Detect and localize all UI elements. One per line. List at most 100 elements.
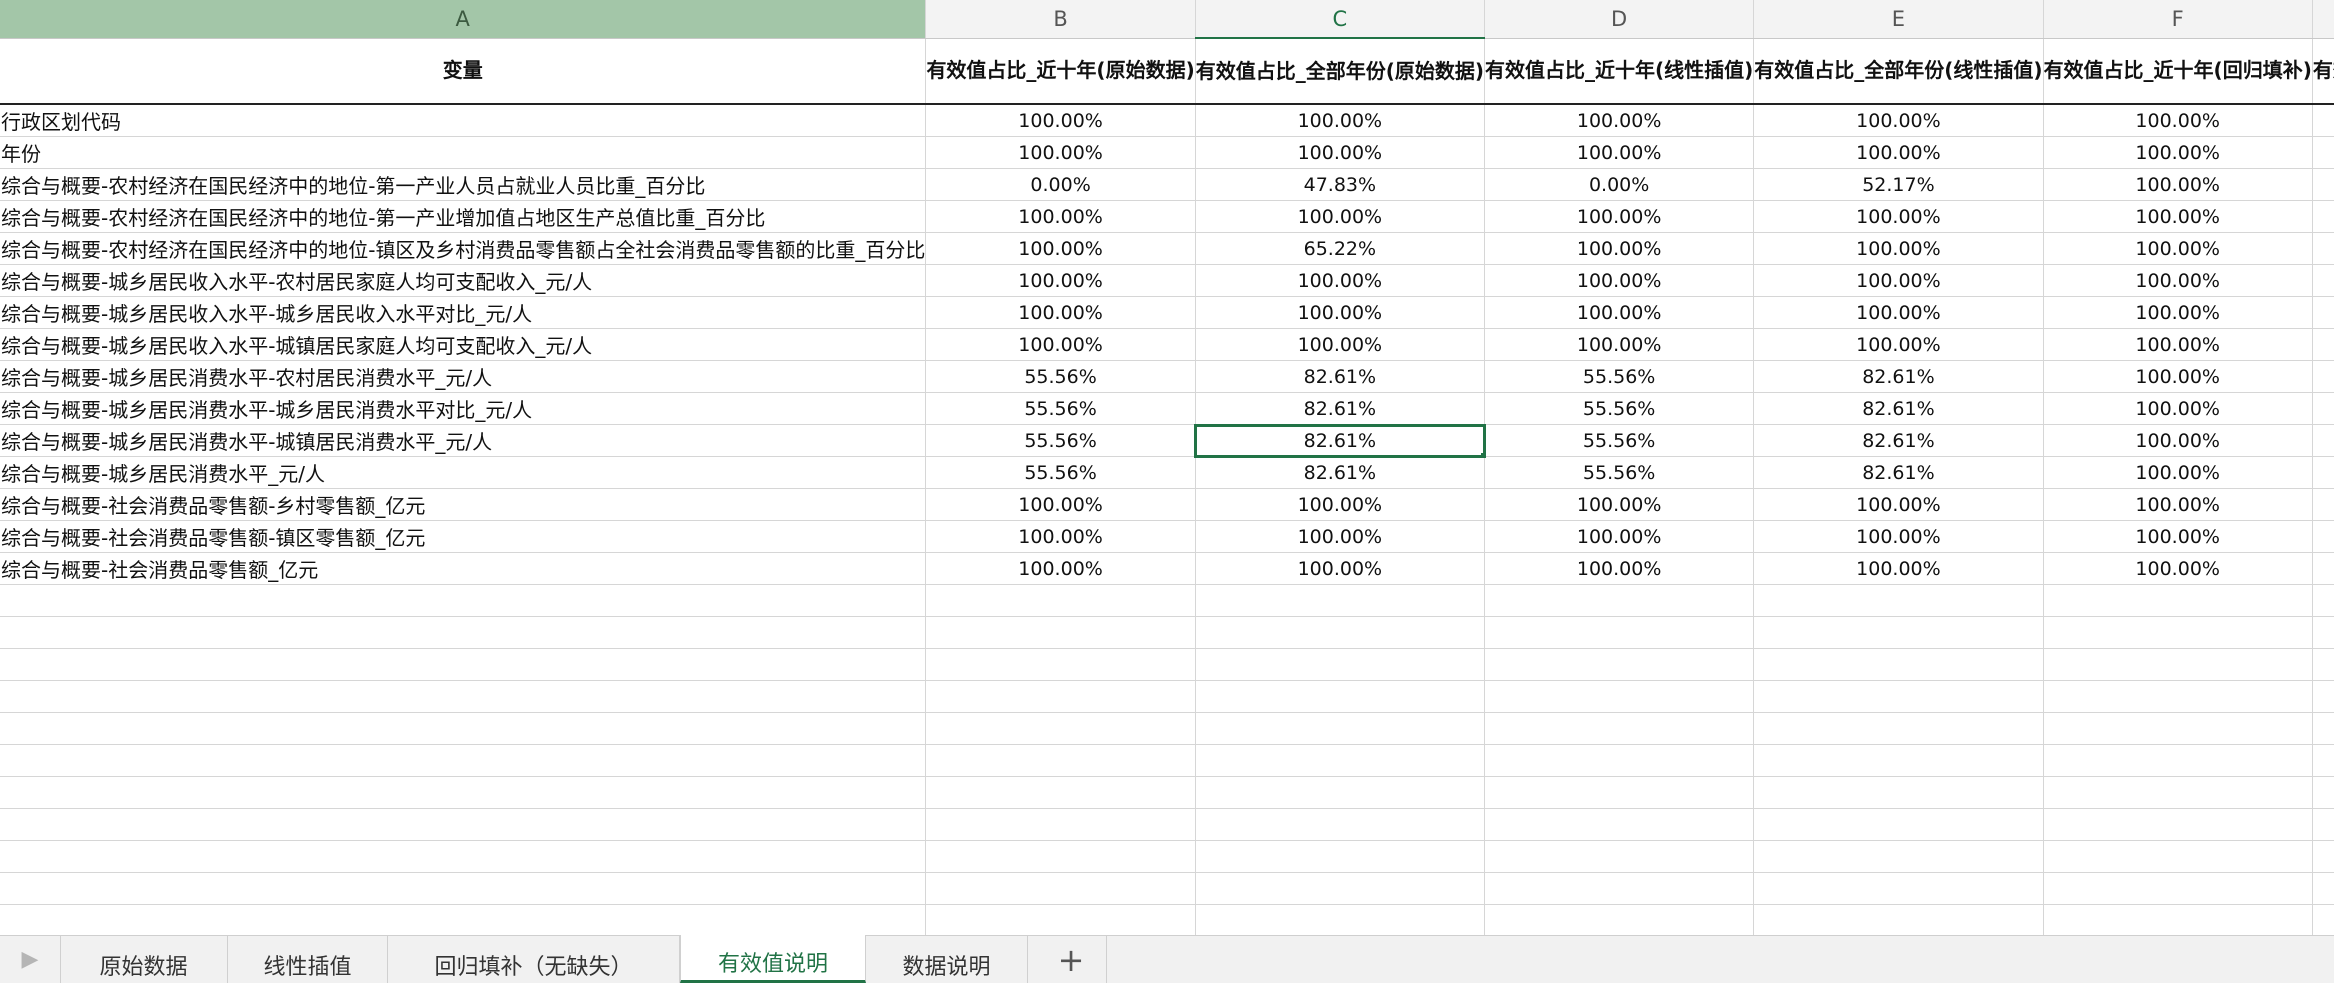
value-cell[interactable]: 100.00% (925, 232, 1196, 265)
empty-cell[interactable] (1195, 648, 1486, 681)
value-cell[interactable]: 100.00% (2043, 136, 2313, 169)
value-cell[interactable]: 82.61% (1195, 360, 1486, 393)
value-cell[interactable]: 100.00% (2043, 552, 2313, 585)
value-cell[interactable]: 100.00% (1484, 264, 1755, 297)
variable-cell[interactable]: 综合与概要-城乡居民收入水平-城乡居民收入水平对比_元/人 (0, 296, 927, 329)
variable-cell[interactable]: 综合与概要-社会消费品零售额-乡村零售额_亿元 (0, 488, 927, 521)
value-cell[interactable]: 100.00% (2043, 104, 2313, 137)
empty-cell[interactable] (1753, 648, 2044, 681)
value-cell[interactable]: 100.00% (1195, 136, 1486, 169)
value-cell[interactable]: 100.00% (1484, 232, 1755, 265)
variable-cell[interactable]: 综合与概要-农村经济在国民经济中的地位-镇区及乡村消费品零售额占全社会消费品零售… (0, 232, 927, 265)
value-cell[interactable]: 52.17% (1753, 168, 2044, 201)
value-cell[interactable]: 55.56% (925, 424, 1196, 457)
empty-cell[interactable] (1484, 584, 1755, 617)
sheet-tab[interactable]: 原始数据 (60, 936, 228, 983)
header-cell[interactable]: 有效值占比_近十年(线性插值) (1484, 38, 1755, 105)
value-cell[interactable]: 100.00% (1753, 136, 2044, 169)
variable-cell[interactable]: 综合与概要-城乡居民消费水平-城乡居民消费水平对比_元/人 (0, 392, 927, 425)
empty-cell[interactable] (2312, 712, 2334, 745)
empty-cell[interactable] (2043, 712, 2313, 745)
value-cell[interactable]: 100.00% (1195, 488, 1486, 521)
value-cell[interactable]: 100.00% (2312, 232, 2334, 265)
value-cell[interactable]: 82.61% (1753, 392, 2044, 425)
empty-cell[interactable] (2043, 904, 2313, 935)
value-cell[interactable]: 100.00% (2043, 424, 2313, 457)
header-cell[interactable]: 有效值占比_全部年份(线性插值) (1753, 38, 2044, 105)
empty-cell[interactable] (0, 584, 927, 617)
value-cell[interactable]: 100.00% (2043, 232, 2313, 265)
empty-cell[interactable] (1484, 808, 1755, 841)
empty-cell[interactable] (0, 904, 927, 935)
variable-cell[interactable]: 综合与概要-城乡居民收入水平-农村居民家庭人均可支配收入_元/人 (0, 264, 927, 297)
empty-cell[interactable] (1753, 712, 2044, 745)
empty-cell[interactable] (1484, 616, 1755, 649)
value-cell[interactable]: 100.00% (2312, 520, 2334, 553)
value-cell[interactable]: 55.56% (925, 360, 1196, 393)
empty-cell[interactable] (2312, 872, 2334, 905)
empty-cell[interactable] (1753, 616, 2044, 649)
empty-cell[interactable] (2043, 776, 2313, 809)
sheet-tab[interactable]: 回归填补（无缺失） (388, 936, 680, 983)
empty-cell[interactable] (925, 872, 1196, 905)
variable-cell[interactable]: 综合与概要-城乡居民消费水平-城镇居民消费水平_元/人 (0, 424, 927, 457)
variable-cell[interactable]: 综合与概要-农村经济在国民经济中的地位-第一产业人员占就业人员比重_百分比 (0, 168, 927, 201)
empty-cell[interactable] (925, 616, 1196, 649)
value-cell[interactable]: 100.00% (1484, 488, 1755, 521)
empty-cell[interactable] (1484, 680, 1755, 713)
value-cell[interactable]: 82.61% (1753, 360, 2044, 393)
sheet-tab[interactable]: 数据说明 (866, 936, 1028, 983)
empty-cell[interactable] (1195, 904, 1486, 935)
value-cell[interactable]: 100.00% (1195, 552, 1486, 585)
value-cell[interactable]: 100.00% (2312, 296, 2334, 329)
sheet-tab[interactable]: 线性插值 (228, 936, 388, 983)
empty-cell[interactable] (0, 712, 927, 745)
value-cell[interactable]: 100.00% (1753, 552, 2044, 585)
value-cell[interactable]: 100.00% (2043, 360, 2313, 393)
empty-cell[interactable] (925, 584, 1196, 617)
value-cell[interactable]: 100.00% (1195, 200, 1486, 233)
variable-cell[interactable]: 年份 (0, 136, 927, 169)
value-cell[interactable]: 0.00% (1484, 168, 1755, 201)
empty-cell[interactable] (1753, 776, 2044, 809)
column-header-c[interactable]: C (1195, 0, 1486, 39)
value-cell[interactable]: 100.00% (2312, 488, 2334, 521)
empty-cell[interactable] (1195, 840, 1486, 873)
empty-cell[interactable] (1195, 584, 1486, 617)
value-cell[interactable]: 100.00% (925, 264, 1196, 297)
value-cell[interactable]: 100.00% (925, 296, 1196, 329)
empty-cell[interactable] (2312, 904, 2334, 935)
value-cell[interactable]: 100.00% (2312, 392, 2334, 425)
value-cell[interactable]: 100.00% (2312, 456, 2334, 489)
empty-cell[interactable] (2043, 680, 2313, 713)
column-header-a[interactable]: A (0, 0, 927, 39)
empty-cell[interactable] (0, 840, 927, 873)
empty-cell[interactable] (925, 904, 1196, 935)
value-cell[interactable]: 100.00% (925, 200, 1196, 233)
empty-cell[interactable] (1753, 904, 2044, 935)
value-cell[interactable]: 100.00% (1753, 520, 2044, 553)
header-cell[interactable]: 有效值占比_近十年(原始数据) (925, 38, 1196, 105)
value-cell[interactable]: 82.61% (1195, 456, 1486, 489)
value-cell[interactable]: 100.00% (2043, 488, 2313, 521)
empty-cell[interactable] (1195, 776, 1486, 809)
empty-cell[interactable] (1484, 648, 1755, 681)
value-cell[interactable]: 100.00% (1484, 520, 1755, 553)
value-cell[interactable]: 100.00% (2312, 264, 2334, 297)
empty-cell[interactable] (2043, 840, 2313, 873)
value-cell[interactable]: 100.00% (1753, 488, 2044, 521)
empty-cell[interactable] (1195, 712, 1486, 745)
empty-cell[interactable] (2043, 872, 2313, 905)
header-cell[interactable]: 有效值占比_全部年份(原始数据) (1195, 38, 1486, 105)
empty-cell[interactable] (925, 744, 1196, 777)
value-cell[interactable]: 100.00% (1484, 136, 1755, 169)
value-cell[interactable]: 100.00% (1195, 264, 1486, 297)
value-cell[interactable]: 100.00% (1753, 296, 2044, 329)
value-cell[interactable]: 55.56% (1484, 424, 1755, 457)
empty-cell[interactable] (925, 680, 1196, 713)
empty-cell[interactable] (2043, 616, 2313, 649)
value-cell[interactable]: 100.00% (1195, 296, 1486, 329)
value-cell[interactable]: 100.00% (1484, 200, 1755, 233)
value-cell[interactable]: 100.00% (2312, 136, 2334, 169)
value-cell[interactable]: 100.00% (2312, 360, 2334, 393)
